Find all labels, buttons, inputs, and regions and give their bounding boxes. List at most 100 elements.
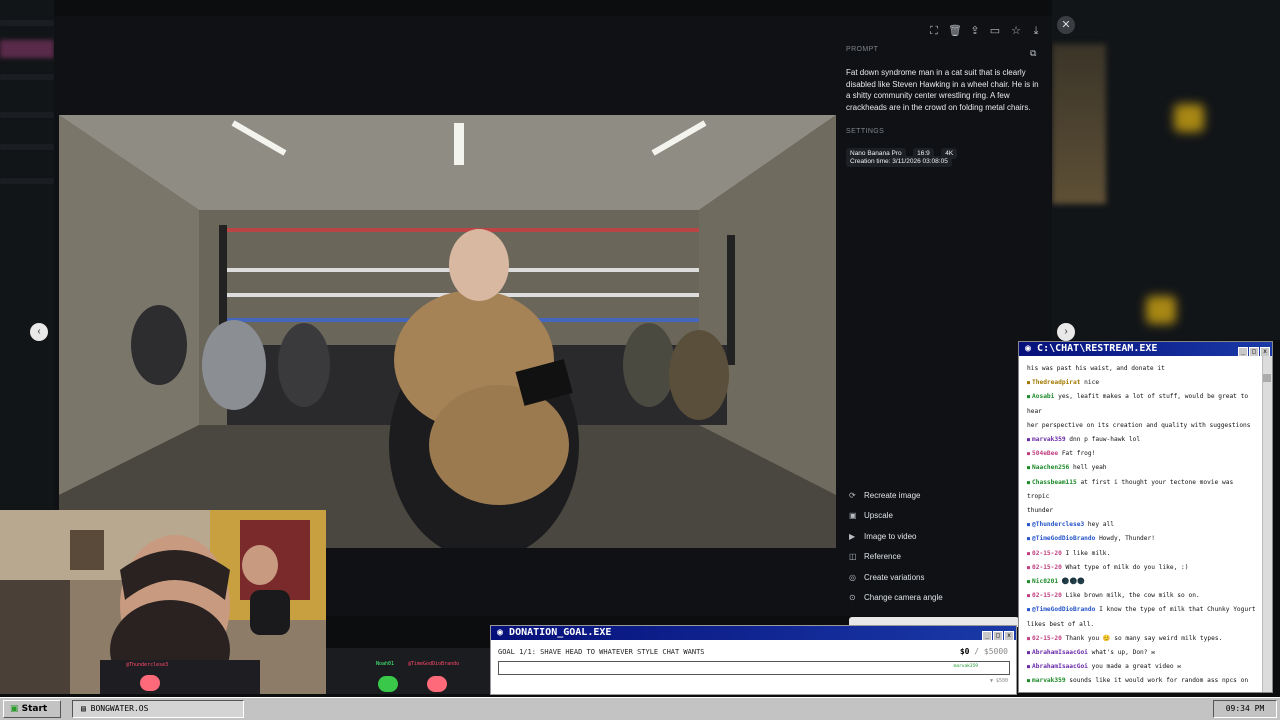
chat-username: AbrahamIsaacGoi <box>1032 649 1088 657</box>
chat-text: Like brown milk, the cow milk so on. <box>1061 592 1200 600</box>
chat-username: @TimeGodDioBrando <box>1032 535 1096 543</box>
user-badge-icon: ■ <box>1027 522 1031 529</box>
bar-small-label: ▼ $500 <box>989 678 1008 684</box>
user-badge-icon: ■ <box>1027 394 1031 401</box>
chat-text: nice <box>1080 379 1100 387</box>
generated-image <box>59 115 836 548</box>
chat-text: What type of milk do you like, :) <box>1061 563 1189 571</box>
star-icon[interactable]: ☆ <box>1009 24 1023 38</box>
chat-text: dnn p fauw-hawk lol <box>1065 436 1141 444</box>
create-variations-button[interactable]: ◎ Create variations <box>849 571 924 585</box>
chat-message: ■ Chassbeam115 at first i thought your te… <box>1027 476 1256 504</box>
chat-text: 🌑🌑🌑 <box>1058 578 1085 586</box>
window-icon: ◉ <box>1025 343 1038 354</box>
reference-icon: ◫ <box>849 552 857 561</box>
background-strip <box>0 20 54 26</box>
user-badge-icon: ■ <box>1027 451 1031 458</box>
reference-button[interactable]: ◫ Reference <box>849 550 901 564</box>
maximize-button[interactable]: □ <box>993 631 1003 641</box>
chat-text: I know the type of milk that Chunky Yogu… <box>1095 606 1256 614</box>
goal-separator: / <box>969 647 984 656</box>
window-icon: ◉ <box>497 627 510 638</box>
prompt-heading: PROMPT <box>846 46 879 53</box>
chat-username: @Thunderclese3 <box>1032 521 1085 529</box>
donation-title: DONATION_GOAL.EXE <box>509 627 612 638</box>
overlay-tag: @TimeGodDioBrando <box>408 661 460 667</box>
bar-tag: marvak359 <box>953 664 978 669</box>
change-camera-angle-label: Change camera angle <box>864 593 943 602</box>
user-badge-icon: ■ <box>1027 607 1031 614</box>
user-badge-icon: ■ <box>1027 536 1031 543</box>
chat-username: 02-15-20 <box>1032 592 1062 600</box>
chat-username: Aosabi <box>1032 393 1055 401</box>
background-warning-icon <box>1146 296 1176 324</box>
settings-heading: SETTINGS <box>846 128 885 135</box>
chat-text: what's up, Don? ✉ <box>1087 649 1155 657</box>
frog-icon <box>427 676 447 692</box>
chat-message: ■ @Thunderclese3 hey all <box>1027 518 1256 532</box>
taskbar-clock: 09:34 PM <box>1213 700 1277 718</box>
chat-text: you made a great video ✉ <box>1087 663 1182 671</box>
chat-username: 504eBee <box>1032 450 1059 458</box>
user-badge-icon: ■ <box>1027 635 1031 642</box>
prompt-text: Fat down syndrome man in a cat suit that… <box>846 68 1039 112</box>
chat-username: marvak359 <box>1032 677 1066 685</box>
chat-message: ■ Nic0201 🌑🌑🌑 <box>1027 575 1256 589</box>
frog-icon <box>378 676 398 692</box>
generated-image-drawing <box>59 115 836 548</box>
start-button[interactable]: ▣ Start <box>3 700 61 718</box>
chat-username: 02-15-20 <box>1032 549 1062 557</box>
chat-title-bar[interactable]: ◉ C:\CHAT\RESTREAM.EXE _ □ x <box>1019 342 1272 357</box>
chat-username: @TimeGodDioBrando <box>1032 606 1096 614</box>
donation-goal-window: ◉ DONATION_GOAL.EXE _ □ x GOAL 1/1: SHAVE … <box>490 625 1017 695</box>
background-strip <box>0 144 54 150</box>
chat-username: Nic0201 <box>1032 578 1059 586</box>
chat-text: likes best of all. <box>1027 620 1095 628</box>
chat-message: ■ 02-15-20 I like milk. <box>1027 547 1256 561</box>
background-sidebar <box>0 0 54 510</box>
image-to-video-button[interactable]: ▶ Image to video <box>849 530 916 544</box>
details-panel: PROMPT ⧉ Fat down syndrome man in a cat … <box>846 46 1044 167</box>
recreate-image-button[interactable]: ⟳ Recreate image <box>849 489 920 503</box>
chat-scrollbar[interactable] <box>1262 356 1272 692</box>
previous-image-button[interactable]: ‹ <box>30 323 48 341</box>
chat-message: ■ Naachen256 hell yeah <box>1027 461 1256 475</box>
taskbar-item[interactable]: ▤ BONGWATER.OS <box>72 700 244 718</box>
start-label: Start <box>21 704 48 714</box>
chat-text: her perspective on its creation and qual… <box>1027 421 1251 429</box>
image-to-video-label: Image to video <box>864 532 917 541</box>
share-icon[interactable]: ⇪ <box>968 24 982 38</box>
upscale-button[interactable]: ▣ Upscale <box>849 509 893 523</box>
folder-icon[interactable]: ▭ <box>988 24 1002 38</box>
download-icon[interactable]: ⤓ <box>1029 24 1043 38</box>
goal-progress-bar <box>498 661 1010 675</box>
background-strip <box>0 74 54 80</box>
background-warning-icon <box>1174 104 1204 132</box>
close-button[interactable]: x <box>1004 631 1014 641</box>
reference-label: Reference <box>864 552 901 561</box>
user-badge-icon: ■ <box>1027 664 1031 671</box>
trash-icon[interactable]: 🗑 <box>948 24 962 38</box>
goal-total: $5000 <box>983 647 1008 656</box>
chat-message: ■ AbrahamIsaacGoi what's up, Don? ✉ <box>1027 646 1256 660</box>
user-badge-icon: ■ <box>1027 650 1031 657</box>
variations-icon: ◎ <box>849 573 856 582</box>
fullscreen-icon[interactable]: ⛶ <box>927 24 941 38</box>
next-image-button[interactable]: › <box>1057 323 1075 341</box>
user-badge-icon: ■ <box>1027 579 1031 586</box>
goal-text: GOAL 1/1: SHAVE HEAD TO WHATEVER STYLE C… <box>498 648 705 656</box>
change-camera-angle-button[interactable]: ⊙ Change camera angle <box>849 591 943 605</box>
webcam-feed: @Thunderclese3 <box>0 510 326 694</box>
background-strip <box>0 178 54 184</box>
copy-icon[interactable]: ⧉ <box>1030 48 1036 59</box>
minimize-button[interactable]: _ <box>982 631 992 641</box>
background-strip <box>0 112 54 118</box>
close-button[interactable]: ✕ <box>1057 16 1075 34</box>
window-icon: ▤ <box>81 704 91 713</box>
donation-title-bar[interactable]: ◉ DONATION_GOAL.EXE _ □ x <box>491 626 1016 641</box>
chat-text: hey all <box>1084 521 1114 529</box>
chat-message: ■ Thedreadpirat nice <box>1027 376 1256 390</box>
chat-scroll-thumb[interactable] <box>1263 374 1271 382</box>
chat-message: ■ 504eBee Fat frog! <box>1027 447 1256 461</box>
user-badge-icon: ■ <box>1027 380 1031 387</box>
